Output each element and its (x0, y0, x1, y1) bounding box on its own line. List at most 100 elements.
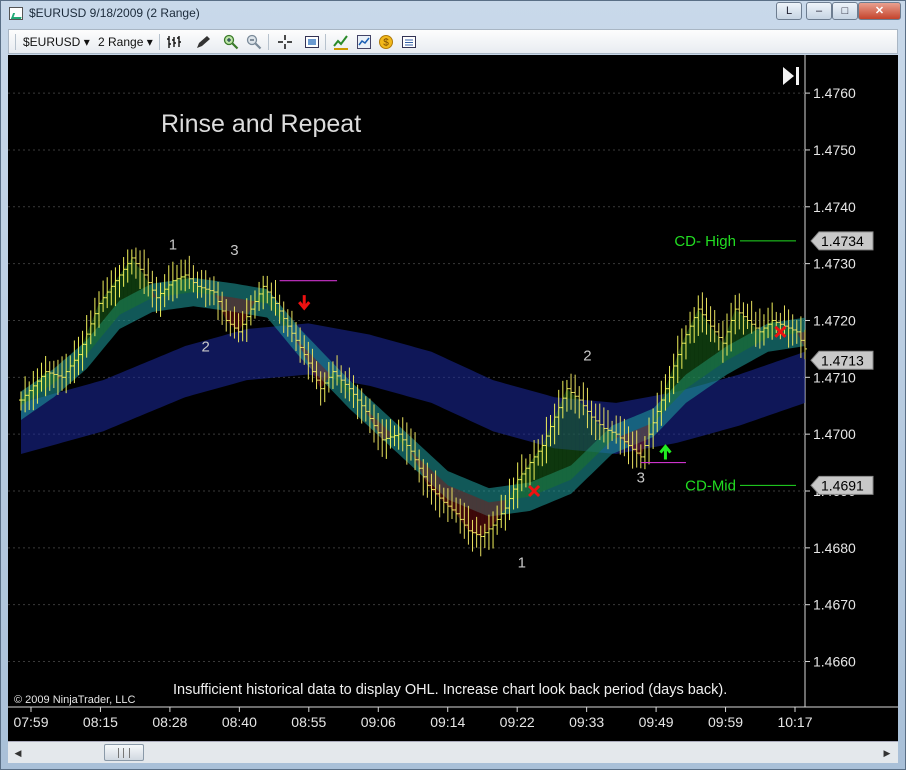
trend-ribbon-segment (727, 320, 732, 361)
trend-ribbon-segment (144, 275, 149, 302)
trend-ribbon-segment (484, 500, 489, 533)
zoom-out-icon[interactable] (246, 34, 262, 50)
swing-label: 1 (169, 236, 177, 253)
y-tick-label: 1.4720 (813, 312, 856, 328)
trend-ribbon-segment (107, 286, 112, 330)
y-tick-label: 1.4680 (813, 540, 856, 556)
trend-ribbon-segment (140, 269, 145, 305)
trend-ribbon-segment (521, 468, 526, 498)
trend-ribbon-segment (37, 376, 42, 395)
swing-label: 1 (518, 555, 526, 572)
x-tick-label: 09:59 (708, 714, 743, 730)
trend-ribbon-segment (86, 323, 91, 355)
trend-ribbon-segment (45, 371, 50, 389)
trend-ribbon-segment (718, 337, 723, 366)
close-button[interactable]: ✕ (858, 2, 901, 20)
trend-ribbon-segment (480, 498, 485, 537)
crosshair-icon[interactable] (277, 34, 293, 50)
price-marker-label: 1.4713 (821, 352, 864, 368)
trend-ribbon-segment (119, 269, 124, 315)
trend-ribbon-segment (176, 276, 182, 295)
trend-ribbon-segment (562, 388, 567, 484)
trend-ribbon-segment (427, 466, 432, 490)
trend-ribbon-segment (90, 313, 95, 350)
copyright-text: © 2009 NinjaTrader, LLC (14, 694, 135, 706)
snapshot-icon[interactable] (304, 34, 320, 50)
trend-ribbon-segment (98, 297, 104, 340)
x-tick-label: 08:40 (222, 714, 257, 730)
link-button[interactable]: L (776, 2, 802, 20)
trend-ribbon-segment (669, 365, 674, 406)
scrollbar-thumb[interactable] (104, 744, 144, 761)
indicators-icon[interactable] (333, 34, 349, 50)
trend-ribbon-segment (238, 298, 243, 332)
bar-type-icon[interactable] (166, 34, 182, 50)
trend-ribbon-segment (123, 263, 128, 313)
horizontal-scrollbar[interactable]: ◀ ▶ (8, 741, 898, 763)
trend-ribbon-segment (115, 275, 120, 320)
x-tick-label: 09:22 (500, 714, 535, 730)
svg-text:$: $ (383, 38, 389, 49)
trend-ribbon-segment (673, 354, 678, 402)
instrument-selector[interactable]: $EURUSD ▾ (23, 33, 90, 51)
x-tick-label: 08:28 (152, 714, 187, 730)
scroll-to-end-icon[interactable] (783, 67, 799, 85)
y-tick-label: 1.4670 (813, 597, 856, 613)
trend-ribbon-segment (435, 473, 440, 499)
scroll-left-icon[interactable]: ◀ (11, 746, 25, 760)
trend-ribbon-segment (698, 309, 703, 381)
properties-icon[interactable] (401, 34, 417, 50)
trend-ribbon-segment (472, 495, 477, 535)
x-tick-label: 09:49 (639, 714, 674, 730)
swing-label: 2 (202, 339, 210, 356)
trend-ribbon-segment (558, 398, 563, 485)
trend-ribbon-segment (599, 424, 604, 452)
strategies-icon[interactable] (356, 34, 372, 50)
trend-ribbon-segment (431, 470, 436, 494)
trend-ribbon-segment (423, 462, 428, 486)
trend-ribbon-segment (127, 257, 132, 311)
trend-ribbon-segment (685, 326, 691, 389)
trend-ribbon-segment (497, 500, 502, 520)
trend-ribbon-segment (579, 400, 584, 472)
trend-ribbon-segment (103, 292, 108, 335)
period-label: 2 Range (98, 35, 144, 49)
swing-label: 3 (637, 469, 645, 486)
end-bar (796, 67, 799, 85)
trend-ribbon-segment (94, 303, 99, 345)
toolbar-separator (159, 34, 160, 50)
zoom-in-icon[interactable] (223, 34, 239, 50)
minimize-button[interactable]: – (806, 2, 832, 20)
cd-level-label: CD- High (674, 233, 736, 250)
buy-arrow-icon (659, 444, 672, 460)
status-message: Insufficient historical data to display … (173, 682, 727, 698)
maximize-button[interactable]: □ (832, 2, 858, 20)
price-chart[interactable]: 1.47601.47501.47401.47301.47201.47101.47… (8, 55, 898, 741)
trend-ribbon-segment (751, 324, 756, 347)
trend-ribbon-segment (550, 417, 555, 489)
trend-ribbon-segment (230, 297, 235, 329)
trend-ribbon-segment (493, 501, 498, 526)
trend-ribbon-segment (587, 411, 592, 464)
trend-ribbon-segment (312, 356, 317, 381)
coin-icon[interactable]: $ (378, 34, 394, 50)
chart-toolbar: $EURUSD ▾ 2 Range ▾ $ (8, 29, 898, 54)
trend-ribbon-segment (82, 334, 87, 359)
chart-panel[interactable]: 1.4760 1.4750 1.4740 1.4730 1.4720 1.4710 1.47… (8, 55, 898, 741)
trend-ribbon-segment (591, 417, 596, 460)
drawing-pencil-icon[interactable] (195, 34, 211, 50)
trend-ribbon-segment (316, 360, 321, 389)
trend-ribbon-segment (41, 371, 46, 392)
grip-icon (118, 748, 130, 758)
period-selector[interactable]: 2 Range ▾ (98, 33, 153, 51)
trend-ribbon-segment (677, 343, 682, 398)
scroll-right-icon[interactable]: ▶ (880, 746, 894, 760)
trend-ribbon-segment (476, 497, 481, 537)
x-tick-label: 09:33 (569, 714, 604, 730)
y-tick-label: 1.4710 (813, 369, 856, 385)
title-bar[interactable]: $EURUSD 9/18/2009 (2 Range) L – □ ✕ (1, 1, 905, 27)
y-tick-label: 1.4660 (813, 654, 856, 670)
toolbar-separator (268, 34, 269, 50)
y-tick-label: 1.4750 (813, 142, 856, 158)
trend-ribbon-segment (710, 326, 715, 372)
